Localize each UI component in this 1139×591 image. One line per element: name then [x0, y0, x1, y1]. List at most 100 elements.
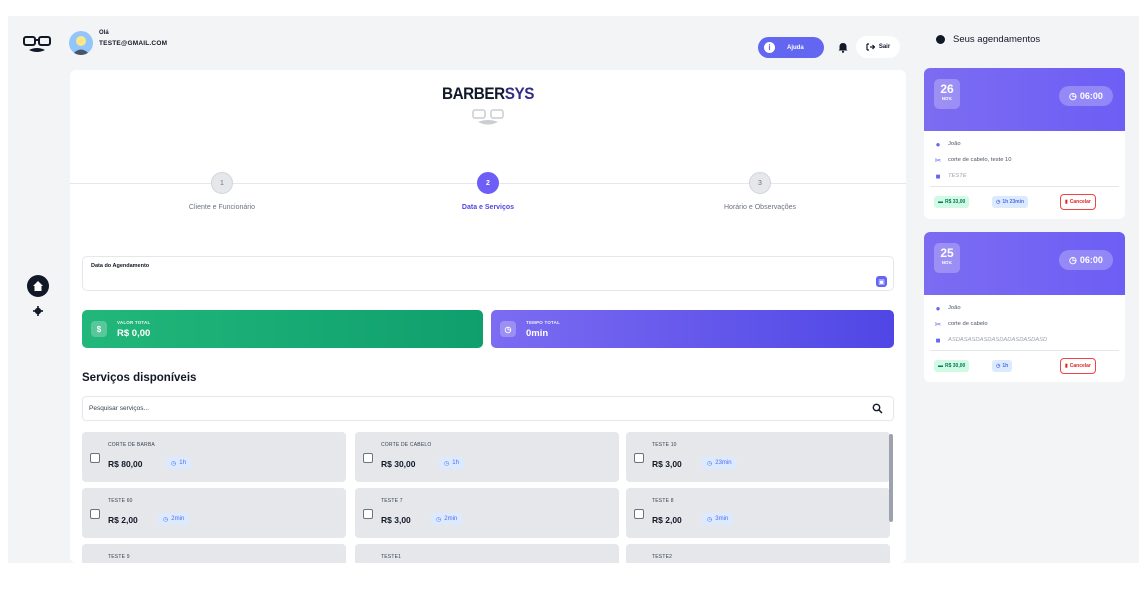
service-search-input[interactable]: Pesquisar serviços... — [82, 396, 894, 421]
service-checkbox[interactable] — [90, 509, 100, 519]
client-name: João — [948, 305, 961, 311]
price-badge: ▬ R$ 33,00 — [934, 196, 970, 208]
service-card[interactable]: TESTE 7 R$ 3,00 ◷ 2min — [355, 488, 619, 538]
service-card[interactable]: TESTE 10 R$ 3,00 ◷ 23min — [626, 432, 890, 482]
clock-icon: ◷ — [500, 321, 516, 337]
notifications-button[interactable] — [836, 40, 850, 54]
help-button[interactable]: i Ajuda — [758, 37, 824, 58]
appointment-time: ◷ 06:00 — [1059, 250, 1113, 270]
service-duration: ◷ 2min — [158, 513, 190, 525]
search-icon[interactable] — [872, 403, 883, 414]
brand-part2: SYS — [504, 84, 535, 103]
cancel-label: Cancelar — [1069, 199, 1091, 205]
service-card[interactable]: TESTE 8 R$ 2,00 ◷ 3min — [626, 488, 890, 538]
services-grid: CORTE DE BARBA R$ 80,00 ◷ 1h CORTE DE CAB… — [82, 432, 894, 563]
service-card[interactable]: TESTE 9 — [82, 544, 346, 563]
person-icon: ● — [935, 303, 941, 313]
trash-icon: ▮ — [1065, 199, 1068, 205]
total-value-label: VALOR TOTAL — [117, 320, 151, 325]
duration-text: 2min — [171, 516, 185, 522]
comment-icon: ■ — [935, 335, 941, 345]
appointment-header: 26 NOV. ◷ 06:00 — [924, 68, 1125, 131]
date-field-label: Data do Agendamento — [91, 263, 150, 269]
appointment-time-text: 06:00 — [1079, 255, 1103, 265]
step-1-label: Cliente e Funcionário — [188, 204, 256, 211]
appointment-date: 26 NOV. — [934, 79, 960, 109]
appointment-services: ✂ corte de cabelo, teste 10 — [934, 156, 1012, 165]
cancel-button[interactable]: ▮ Cancelar — [1060, 358, 1096, 374]
service-checkbox[interactable] — [363, 453, 373, 463]
home-nav-button[interactable] — [27, 275, 49, 297]
clock-icon: ◷ — [996, 363, 1001, 369]
appointment-date-field[interactable]: Data do Agendamento ▣ — [82, 256, 894, 291]
services-scrollbar[interactable] — [889, 434, 893, 522]
service-name: TESTE 9 — [108, 554, 130, 560]
step-3[interactable]: 3 Horário e Observações — [660, 172, 860, 211]
clock-icon: ◷ — [707, 516, 713, 523]
appointments-sidebar: Seus agendamentos 26 NOV. ◷ 06:00 ● João ✂… — [920, 16, 1131, 563]
appointment-card: 26 NOV. ◷ 06:00 ● João ✂ corte de cabelo, t… — [924, 68, 1125, 219]
step-1[interactable]: 1 Cliente e Funcionário — [122, 172, 322, 211]
brand-logo: BARBERSYS — [112, 84, 864, 104]
service-checkbox[interactable] — [634, 453, 644, 463]
user-avatar-icon — [69, 31, 93, 55]
duration-text: 1h 23min — [1002, 199, 1025, 205]
bell-icon — [838, 42, 848, 53]
appointment-card: 25 NOV. ◷ 06:00 ● João ✂ corte de cabelo ■ A… — [924, 232, 1125, 382]
service-card[interactable]: TESTE 60 R$ 2,00 ◷ 2min — [82, 488, 346, 538]
appointment-services: ✂ corte de cabelo — [934, 320, 988, 329]
duration-badge: ◷ 1h — [992, 360, 1013, 372]
service-card[interactable]: CORTE DE CABELO R$ 30,00 ◷ 1h — [355, 432, 619, 482]
duration-text: 1h — [452, 460, 459, 466]
logout-label: Sair — [878, 44, 891, 50]
service-card[interactable]: TESTE2 — [626, 544, 890, 563]
duration-text: 1h — [1002, 363, 1009, 369]
service-duration: ◷ 3min — [702, 513, 734, 525]
total-value-card: $ VALOR TOTAL R$ 0,00 — [82, 310, 483, 348]
appointment-month: NOV. — [941, 96, 953, 101]
service-name: TESTE1 — [381, 554, 402, 560]
services-text: corte de cabelo — [948, 321, 988, 327]
duration-text: 3min — [715, 516, 729, 522]
logout-button[interactable]: Sair — [856, 36, 900, 58]
price-badge: ▬ R$ 30,00 — [934, 360, 970, 372]
divider — [930, 350, 1119, 351]
total-time-card: ◷ TEMPO TOTAL 0min — [491, 310, 894, 348]
service-checkbox[interactable] — [634, 509, 644, 519]
left-sidebar — [8, 16, 60, 563]
service-price: R$ 3,00 — [381, 515, 411, 525]
appointments-title: Seus agendamentos — [936, 34, 1040, 45]
appointments-title-text: Seus agendamentos — [953, 34, 1041, 45]
help-label: Ajuda — [787, 44, 804, 51]
duration-text: 23min — [715, 460, 732, 466]
cancel-button[interactable]: ▮ Cancelar — [1060, 194, 1096, 210]
step-2[interactable]: 2 Data e Serviços — [388, 172, 588, 211]
clock-icon: ◷ — [707, 460, 713, 467]
avatar[interactable] — [69, 31, 93, 55]
clock-icon: ◷ — [1069, 90, 1077, 101]
service-checkbox[interactable] — [363, 509, 373, 519]
calendar-icon[interactable]: ▣ — [876, 276, 887, 287]
service-name: TESTE 8 — [652, 498, 674, 504]
service-duration: ◷ 1h — [439, 457, 464, 469]
service-price: R$ 30,00 — [381, 459, 416, 469]
service-duration: ◷ 23min — [702, 457, 737, 469]
clock-icon: ◷ — [444, 460, 450, 467]
appointment-client: ● João — [934, 140, 961, 149]
step-2-number: 2 — [477, 172, 499, 194]
step-3-number: 3 — [749, 172, 771, 194]
service-card[interactable]: CORTE DE BARBA R$ 80,00 ◷ 1h — [82, 432, 346, 482]
service-name: CORTE DE CABELO — [381, 442, 432, 448]
price-text: R$ 30,00 — [945, 363, 966, 369]
appointment-date: 25 NOV. — [934, 243, 960, 273]
service-checkbox[interactable] — [90, 453, 100, 463]
settings-nav-button[interactable] — [30, 303, 46, 319]
service-card[interactable]: TESTE1 — [355, 544, 619, 563]
divider — [930, 186, 1119, 187]
logout-icon — [866, 43, 875, 51]
appointment-header: 25 NOV. ◷ 06:00 — [924, 232, 1125, 295]
service-name: TESTE 60 — [108, 498, 133, 504]
money-icon: ▬ — [938, 199, 943, 205]
step-3-label: Horário e Observações — [724, 204, 796, 211]
cancel-label: Cancelar — [1069, 363, 1091, 369]
